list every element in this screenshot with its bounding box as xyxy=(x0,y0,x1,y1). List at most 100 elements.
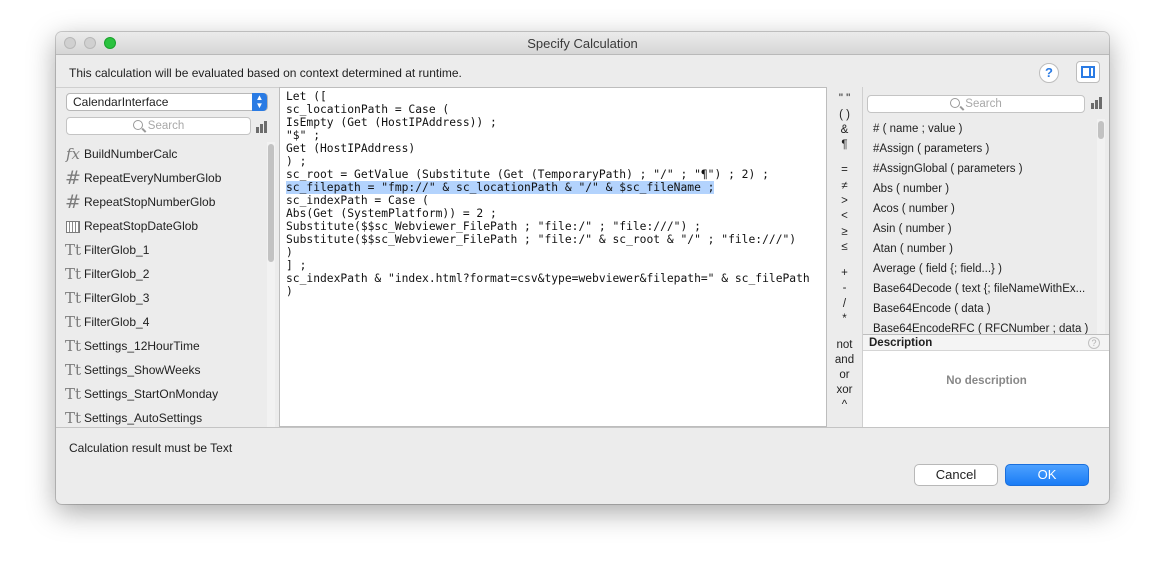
code-line[interactable]: ) ; xyxy=(286,155,810,168)
field-pane: CalendarInterface ▲ ▼ Search fx BuildNumbe… xyxy=(56,87,279,428)
function-list-item[interactable]: Average ( field {; field...} ) xyxy=(863,259,1096,279)
description-help-icon[interactable]: ? xyxy=(1088,337,1100,349)
code-line[interactable]: sc_filepath = "fmp://" & sc_locationPath… xyxy=(286,181,810,194)
operator-button[interactable]: not xyxy=(827,339,862,351)
field-list-item[interactable]: # RepeatStopNumberGlob xyxy=(56,190,264,214)
field-list-item[interactable]: Tt FilterGlob_1 xyxy=(56,238,264,262)
dialog-footer: Calculation result must be Text Cancel O… xyxy=(56,427,1109,504)
function-list-item[interactable]: Abs ( number ) xyxy=(863,179,1096,199)
code-line[interactable]: Get (HostIPAddress) xyxy=(286,142,810,155)
operator-button[interactable]: or xyxy=(827,369,862,381)
select-arrows-icon: ▲ ▼ xyxy=(252,93,267,111)
field-list-item[interactable]: Tt Settings_12HourTime xyxy=(56,334,264,358)
cancel-button[interactable]: Cancel xyxy=(914,464,998,486)
field-name: FilterGlob_4 xyxy=(84,315,150,329)
help-button[interactable]: ? xyxy=(1039,63,1059,83)
field-list-item[interactable]: Tt Settings_StartOnMonday xyxy=(56,382,264,406)
field-list-item[interactable]: # RepeatEveryNumberGlob xyxy=(56,166,264,190)
functions-pane: Search # ( name ; value ) #Assign ( param… xyxy=(862,87,1109,427)
field-list-item[interactable]: Tt FilterGlob_3 xyxy=(56,286,264,310)
operator-button[interactable]: - xyxy=(827,282,862,294)
function-list-item[interactable]: # ( name ; value ) xyxy=(863,119,1096,139)
code-line[interactable]: Let ([ xyxy=(286,90,810,103)
function-list-scroll-thumb[interactable] xyxy=(1098,121,1104,139)
context-info-text: This calculation will be evaluated based… xyxy=(69,66,462,80)
code-line[interactable]: Abs(Get (SystemPlatform)) = 2 ; xyxy=(286,207,810,220)
code-line[interactable]: sc_indexPath & "index.html?format=csv&ty… xyxy=(286,272,810,285)
text-field-icon: Tt xyxy=(64,337,82,355)
table-occurrence-select[interactable]: CalendarInterface ▲ ▼ xyxy=(66,93,268,111)
number-field-icon: # xyxy=(65,191,81,213)
operator-button[interactable]: ( ) xyxy=(827,109,862,121)
field-list-item[interactable]: Tt FilterGlob_4 xyxy=(56,310,264,334)
function-list-item[interactable]: #Assign ( parameters ) xyxy=(863,139,1096,159)
description-text: No description xyxy=(946,375,1027,387)
field-list-item[interactable]: Tt FilterGlob_2 xyxy=(56,262,264,286)
operator-button[interactable]: < xyxy=(827,210,862,222)
field-list-scrollbar[interactable] xyxy=(267,142,275,428)
calculation-editor[interactable]: Let ([sc_locationPath = Case (IsEmpty (G… xyxy=(279,87,827,427)
code-line[interactable]: ) xyxy=(286,285,810,298)
code-text: ) ; xyxy=(286,155,307,168)
code-text: sc_root = GetValue (Substitute (Get (Tem… xyxy=(286,168,769,181)
function-list-scrollbar[interactable] xyxy=(1097,119,1105,334)
operator-button[interactable]: ≥ xyxy=(827,226,862,238)
operator-button[interactable]: ≤ xyxy=(827,241,862,253)
operator-button[interactable]: " " xyxy=(827,93,862,105)
code-line[interactable]: ] ; xyxy=(286,259,810,272)
field-list-scroll-thumb[interactable] xyxy=(268,144,274,262)
code-line[interactable]: sc_root = GetValue (Substitute (Get (Tem… xyxy=(286,168,810,181)
operator-button[interactable]: + xyxy=(827,267,862,279)
code-line[interactable]: "$" ; xyxy=(286,129,810,142)
table-select-value: CalendarInterface xyxy=(73,95,169,109)
field-name: Settings_StartOnMonday xyxy=(84,387,219,401)
description-panel: No description xyxy=(863,351,1109,427)
text-field-icon: Tt xyxy=(64,385,82,403)
code-line[interactable]: IsEmpty (Get (HostIPAddress)) ; xyxy=(286,116,810,129)
operator-button[interactable]: ¶ xyxy=(827,139,862,151)
code-line[interactable]: sc_indexPath = Case ( xyxy=(286,194,810,207)
operator-button[interactable]: and xyxy=(827,354,862,366)
operator-button[interactable]: xor xyxy=(827,384,862,396)
function-list-item[interactable]: #AssignGlobal ( parameters ) xyxy=(863,159,1096,179)
operator-button[interactable]: = xyxy=(827,164,862,176)
operator-button[interactable]: & xyxy=(827,124,862,136)
function-list-item[interactable]: Atan ( number ) xyxy=(863,239,1096,259)
field-list-item[interactable]: fx BuildNumberCalc xyxy=(56,142,264,166)
window-title: Specify Calculation xyxy=(527,36,638,51)
function-list-item[interactable]: Base64Encode ( data ) xyxy=(863,299,1096,319)
field-name: FilterGlob_3 xyxy=(84,291,150,305)
field-list-item[interactable]: RepeatStopDateGlob xyxy=(56,214,264,238)
operator-button[interactable]: * xyxy=(827,313,862,325)
field-name: FilterGlob_1 xyxy=(84,243,150,257)
function-list-item[interactable]: Base64Decode ( text {; fileNameWithEx... xyxy=(863,279,1096,299)
code-text: sc_indexPath & "index.html?format=csv&ty… xyxy=(286,272,810,285)
description-header: Description ? xyxy=(863,334,1109,351)
field-name: Settings_ShowWeeks xyxy=(84,363,201,377)
field-sort-bars-icon[interactable] xyxy=(256,121,268,133)
field-search-input[interactable]: Search xyxy=(66,117,251,135)
field-list-item[interactable]: Tt Settings_ShowWeeks xyxy=(56,358,264,382)
ok-button[interactable]: OK xyxy=(1005,464,1089,486)
function-list-item[interactable]: Acos ( number ) xyxy=(863,199,1096,219)
calculation-code[interactable]: Let ([sc_locationPath = Case (IsEmpty (G… xyxy=(286,90,810,298)
operator-button[interactable]: ^ xyxy=(827,399,862,411)
function-filter-bars-icon[interactable] xyxy=(1091,97,1103,109)
sidebar-panel-icon xyxy=(1081,66,1095,78)
text-field-icon: Tt xyxy=(64,361,82,379)
code-line[interactable]: sc_locationPath = Case ( xyxy=(286,103,810,116)
toggle-panel-button[interactable] xyxy=(1076,61,1100,83)
code-line[interactable]: ) xyxy=(286,246,810,259)
field-name: BuildNumberCalc xyxy=(84,147,178,161)
function-search-input[interactable]: Search xyxy=(867,95,1085,113)
code-line[interactable]: Substitute($$sc_Webviewer_FilePath ; "fi… xyxy=(286,233,810,246)
function-icon: fx xyxy=(65,145,80,163)
operator-button[interactable]: > xyxy=(827,195,862,207)
operator-button[interactable]: ≠ xyxy=(827,180,862,192)
code-text: ) xyxy=(286,246,293,259)
field-name: FilterGlob_2 xyxy=(84,267,150,281)
title-bar: Specify Calculation xyxy=(56,32,1109,55)
operator-button[interactable]: / xyxy=(827,298,862,310)
code-line[interactable]: Substitute($$sc_Webviewer_FilePath ; "fi… xyxy=(286,220,810,233)
function-list-item[interactable]: Asin ( number ) xyxy=(863,219,1096,239)
